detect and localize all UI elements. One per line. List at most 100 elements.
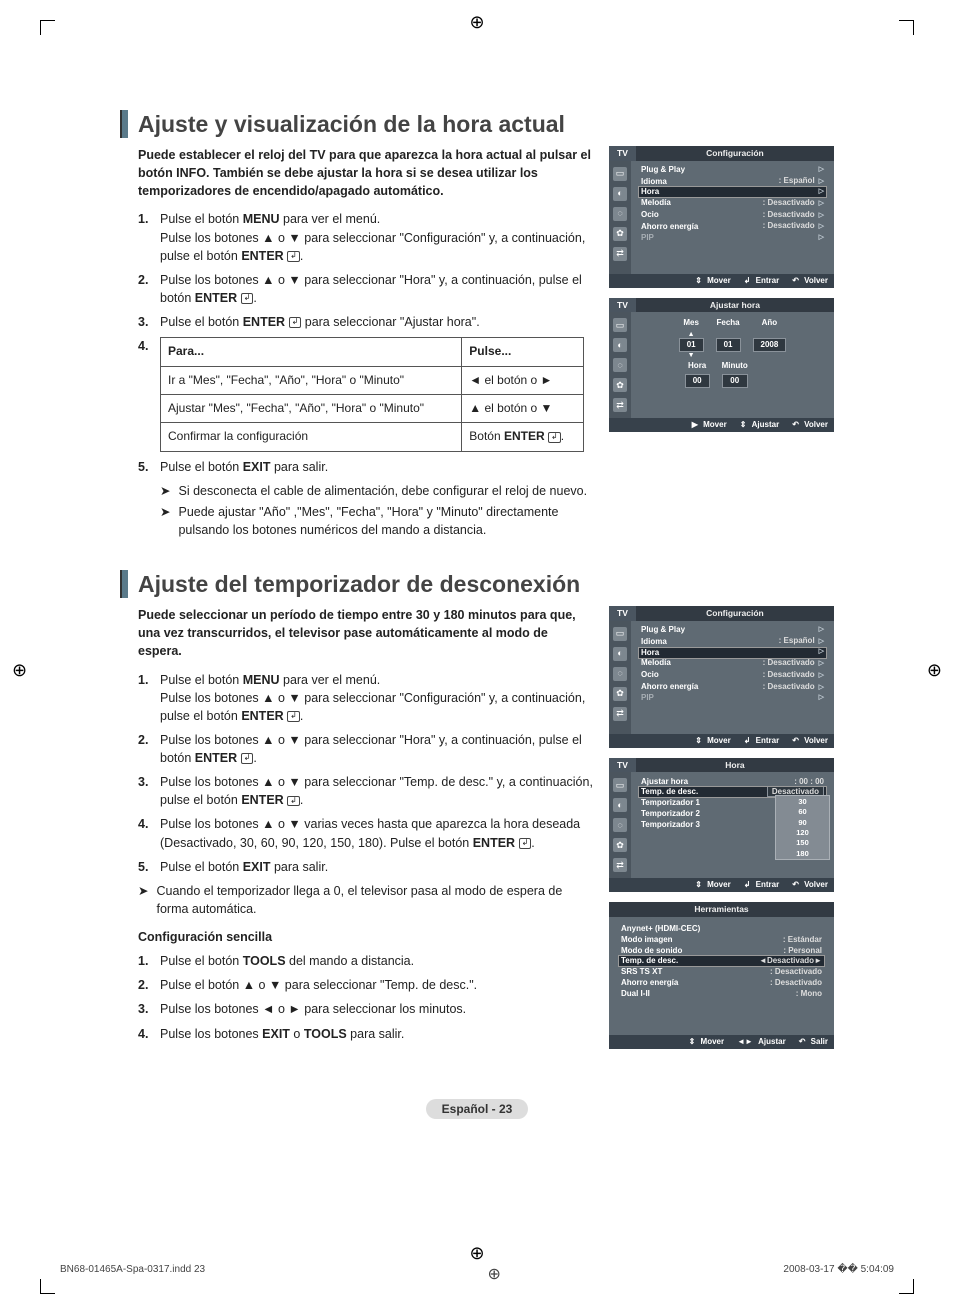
step: Pulse el botón TOOLS del mando a distanc… [138,952,593,970]
down-arrow-icon: ▼ [679,352,704,359]
osd-value-box: 00 [722,374,748,388]
setup-icon: ✿ [613,227,627,241]
input-icon: ⇄ [613,858,627,872]
input-icon: ⇄ [613,707,627,721]
section-lead: Puede seleccionar un período de tiempo e… [138,606,593,660]
table-cell: Confirmar la configuración [161,423,462,451]
note-text: Si desconecta el cable de alimentación, … [178,482,587,500]
step: Pulse los botones EXIT o TOOLS para sali… [138,1025,593,1043]
tv-osd-clock: TVAjustar hora ▭◐◌✿⇄ Mes▲01▼ Fecha 01 Añ… [609,298,834,433]
note-arrow-icon: ➤ [138,882,148,918]
print-footer: BN68-01465A-Spa-0317.indd 23 ⊕ 2008-03-1… [60,1264,894,1284]
sound-icon: ◐ [613,647,627,661]
crop-mark [40,20,55,35]
channel-icon: ◌ [613,667,627,681]
step: Pulse los botones ▲ o ▼ para seleccionar… [138,731,593,767]
step: Pulse el botón ▲ o ▼ para seleccionar "T… [138,976,593,994]
channel-icon: ◌ [613,818,627,832]
osd-dropdown: 306090120150180 [775,795,830,859]
osd-value-box: 01 [716,338,741,352]
registration-mark-icon: ⊕ [927,660,942,681]
osd-tv-label: TV [609,298,636,313]
registration-mark-icon: ⊕ [469,1243,484,1264]
enter-icon: ↲ [287,796,300,807]
step: Pulse los botones ▲ o ▼ para seleccionar… [138,773,593,809]
step: Pulse el botón MENU para ver el menú. Pu… [138,210,593,264]
crop-mark [40,1279,55,1294]
table-cell: Ir a "Mes", "Fecha", "Año", "Hora" o "Mi… [161,366,462,394]
note-text: Puede ajustar "Año" ,"Mes", "Fecha", "Ho… [178,503,593,539]
osd-value-box: 2008 [753,338,787,352]
tv-osd-hora: TVHora ▭◐◌✿⇄ Ajustar hora: 00 : 00 Temp.… [609,758,834,893]
footer-date: 2008-03-17 �� 5:04:09 [783,1264,894,1284]
osd-foot-move: ⇕ Mover [692,276,731,286]
enter-icon: ↲ [289,317,302,328]
step: Pulse los botones ◄ o ► para seleccionar… [138,1000,593,1018]
table-header: Para... [161,338,462,366]
osd-icon-column: ▭◐◌✿⇄ [609,161,631,274]
step: Pulse el botón MENU para ver el menú.Pul… [138,671,593,725]
chevron-right-icon: ▷ [817,166,824,175]
crop-mark [899,20,914,35]
osd-title: Ajustar hora [636,298,834,313]
enter-icon: ↲ [241,293,254,304]
chevron-right-icon: ▷ [815,178,824,185]
sound-icon: ◐ [613,798,627,812]
step: Pulse los botones ▲ o ▼ para seleccionar… [138,271,593,307]
chevron-right-icon: ▷ [815,200,824,207]
page-label: Español - 23 [120,1099,834,1119]
note-arrow-icon: ➤ [160,503,170,539]
osd-title: Configuración [636,146,834,161]
crop-mark [899,1279,914,1294]
section-clock: Ajuste y visualización de la hora actual… [120,110,834,542]
setup-icon: ✿ [613,378,627,392]
tv-osd-config: TVConfiguración ▭◐◌✿⇄ Plug & Play▷ Idiom… [609,606,834,748]
enter-icon: ↲ [548,432,561,443]
chevron-right-icon: ▷ [817,188,824,197]
osd-value-box: 00 [685,374,710,388]
channel-icon: ◌ [613,207,627,221]
action-table: Para...Pulse... Ir a "Mes", "Fecha", "Añ… [160,337,584,452]
subheading: Configuración sencilla [138,928,593,946]
table-cell: Ajustar "Mes", "Fecha", "Año", "Hora" o … [161,394,462,422]
heading-bar-icon [120,570,128,598]
table-cell: Botón ENTER ↲. [462,423,584,451]
picture-icon: ▭ [613,318,627,332]
osd-tv-label: TV [609,146,636,161]
registration-mark-icon: ⊕ [488,1264,501,1284]
registration-mark-icon: ⊕ [12,660,27,681]
picture-icon: ▭ [613,167,627,181]
note-text: Cuando el temporizador llega a 0, el tel… [156,882,593,918]
chevron-right-icon: ▷ [815,223,824,230]
sound-icon: ◐ [613,338,627,352]
channel-icon: ◌ [613,358,627,372]
section-lead: Puede establecer el reloj del TV para qu… [138,146,593,200]
osd-selected-row: Hora▷ [639,187,826,197]
step: Pulse el botón EXIT para salir. [138,458,593,476]
osd-foot-return: ↶ Volver [789,420,828,430]
step: Para...Pulse... Ir a "Mes", "Fecha", "Añ… [138,337,593,452]
enter-icon: ↲ [287,711,300,722]
step: Pulse los botones ▲ o ▼ varias veces has… [138,815,593,851]
step: Pulse el botón EXIT para salir. [138,858,593,876]
sound-icon: ◐ [613,187,627,201]
note-arrow-icon: ➤ [160,482,170,500]
osd-foot-adjust: ⇕ Ajustar [737,420,780,430]
chevron-right-icon: ▷ [815,212,824,219]
tv-osd-config: TVConfiguración ▭◐◌✿⇄ Plug & Play▷ Idiom… [609,146,834,288]
section-title: Ajuste y visualización de la hora actual [138,111,565,138]
registration-mark-icon: ⊕ [469,12,484,33]
section-title: Ajuste del temporizador de desconexión [138,571,580,598]
setup-icon: ✿ [613,687,627,701]
setup-icon: ✿ [613,838,627,852]
table-header: Pulse... [462,338,584,366]
chevron-right-icon: ▷ [817,234,824,243]
tv-osd-tools: Herramientas Anynet+ (HDMI-CEC) Modo ima… [609,902,834,1049]
enter-icon: ↲ [241,753,254,764]
picture-icon: ▭ [613,627,627,641]
step: Pulse el botón ENTER ↲ para seleccionar … [138,313,593,331]
input-icon: ⇄ [613,398,627,412]
enter-icon: ↲ [519,838,532,849]
section-sleep-timer: Ajuste del temporizador de desconexión P… [120,570,834,1059]
osd-value-box: 01 [679,338,704,352]
